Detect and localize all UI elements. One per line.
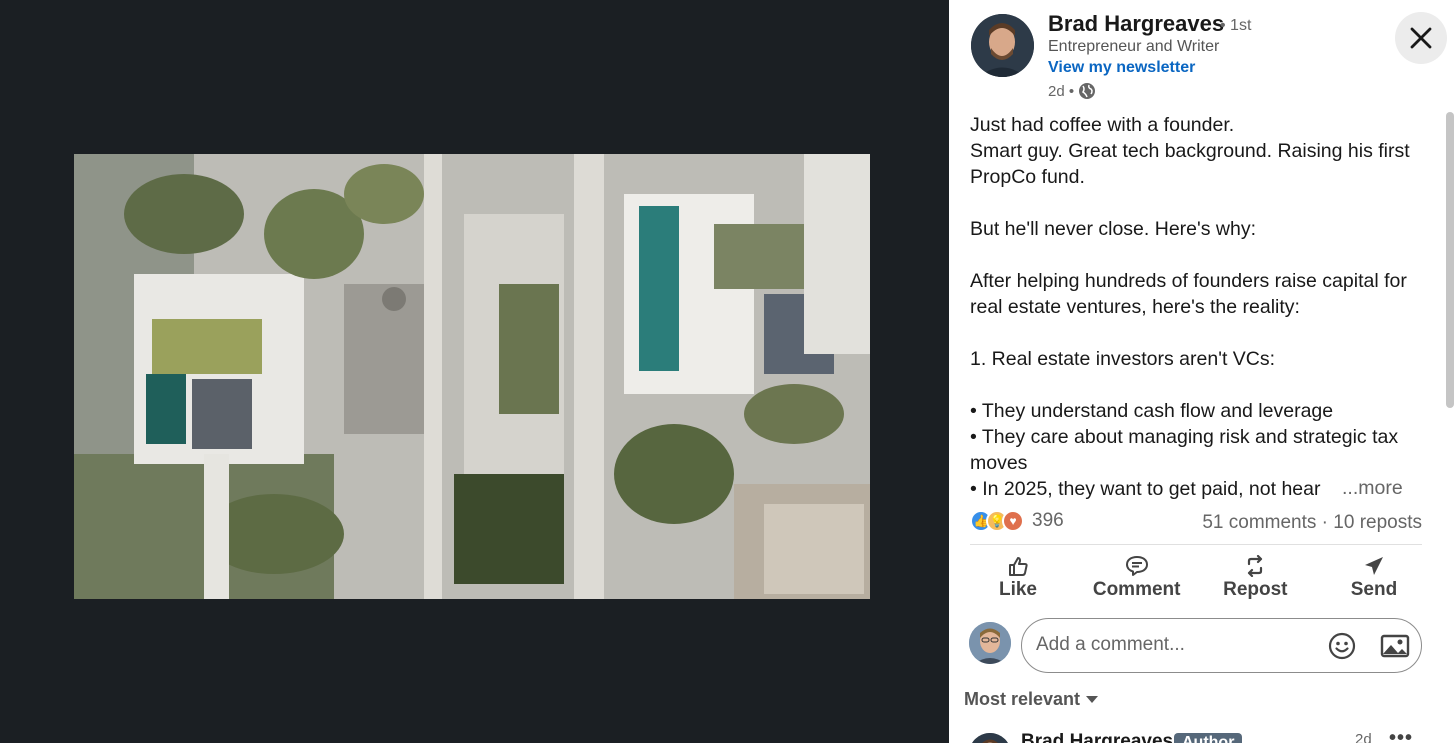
thumbs-up-icon — [1009, 557, 1028, 576]
see-more-button[interactable]: ...more — [1336, 477, 1403, 500]
like-button[interactable]: Like — [970, 552, 1066, 604]
author-avatar[interactable] — [971, 14, 1034, 77]
comment-button[interactable]: Comment — [1089, 552, 1185, 604]
post-line: 1. Real estate investors aren't VCs: — [970, 348, 1276, 370]
close-icon — [1410, 27, 1432, 49]
send-icon — [1364, 557, 1383, 575]
post-line: Smart guy. Great tech background. Raisin… — [970, 140, 1410, 188]
reactions-summary[interactable]: 👍 💡 ♥ 396 — [970, 510, 1064, 532]
post-line — [970, 242, 1420, 268]
media-viewer — [0, 0, 949, 743]
comment-input-container[interactable] — [1021, 618, 1422, 673]
post-body: Just had coffee with a founder. Smart gu… — [970, 112, 1420, 502]
view-newsletter-link[interactable]: View my newsletter — [1048, 59, 1195, 77]
post-line: • They care about managing risk and stra… — [970, 426, 1399, 474]
author-name[interactable]: Brad Hargreaves — [1048, 11, 1224, 37]
scrollbar[interactable] — [1446, 112, 1454, 408]
globe-icon — [1079, 83, 1096, 99]
repost-icon — [1248, 555, 1263, 577]
post-time: 2d • — [1048, 82, 1075, 100]
author-headline: Entrepreneur and Writer — [1048, 38, 1220, 55]
comment-options-button[interactable]: ••• — [1389, 727, 1413, 743]
author-badge: Author — [1174, 733, 1243, 743]
love-reaction-icon: ♥ — [1002, 510, 1024, 532]
post-line: After helping hundreds of founders raise… — [970, 270, 1407, 318]
post-line: Just had coffee with a founder. — [970, 114, 1235, 136]
aerial-building-photo — [74, 154, 870, 599]
comment-label: Comment — [1092, 579, 1181, 600]
image-icon[interactable] — [1380, 632, 1410, 660]
post-line — [970, 190, 1420, 216]
comment-author-avatar[interactable] — [969, 733, 1011, 743]
post-line — [970, 372, 1420, 398]
sort-label: Most relevant — [964, 689, 1081, 709]
close-button[interactable] — [1395, 12, 1447, 64]
reaction-count: 396 — [1032, 510, 1064, 531]
comment-author-name[interactable]: Brad Hargreaves — [1021, 731, 1173, 743]
post-detail-panel: Brad Hargreaves • 1st Entrepreneur and W… — [949, 0, 1456, 743]
caret-down-icon — [1086, 695, 1099, 703]
repost-button[interactable]: Repost — [1207, 552, 1303, 604]
comment-icon — [1125, 556, 1148, 576]
comments-reposts-count[interactable]: 51 comments · 10 reposts — [1202, 512, 1422, 534]
send-label: Send — [1350, 579, 1398, 600]
sort-dropdown[interactable]: Most relevant — [964, 689, 1099, 710]
post-line: • They understand cash flow and leverage — [970, 400, 1334, 422]
comment-input[interactable] — [1036, 629, 1316, 661]
post-meta: 2d • — [1048, 82, 1096, 100]
post-line — [970, 320, 1420, 346]
comment-time: 2d — [1355, 731, 1372, 743]
action-bar: Like Comment Repost Send — [970, 552, 1422, 604]
current-user-avatar — [969, 622, 1011, 664]
post-line: But he'll never close. Here's why: — [970, 218, 1256, 240]
like-label: Like — [998, 579, 1038, 600]
send-button[interactable]: Send — [1326, 552, 1422, 604]
post-image[interactable] — [74, 154, 870, 599]
divider — [970, 544, 1422, 545]
emoji-icon[interactable] — [1328, 632, 1356, 660]
connection-degree: • 1st — [1220, 17, 1252, 34]
repost-label: Repost — [1223, 579, 1288, 600]
